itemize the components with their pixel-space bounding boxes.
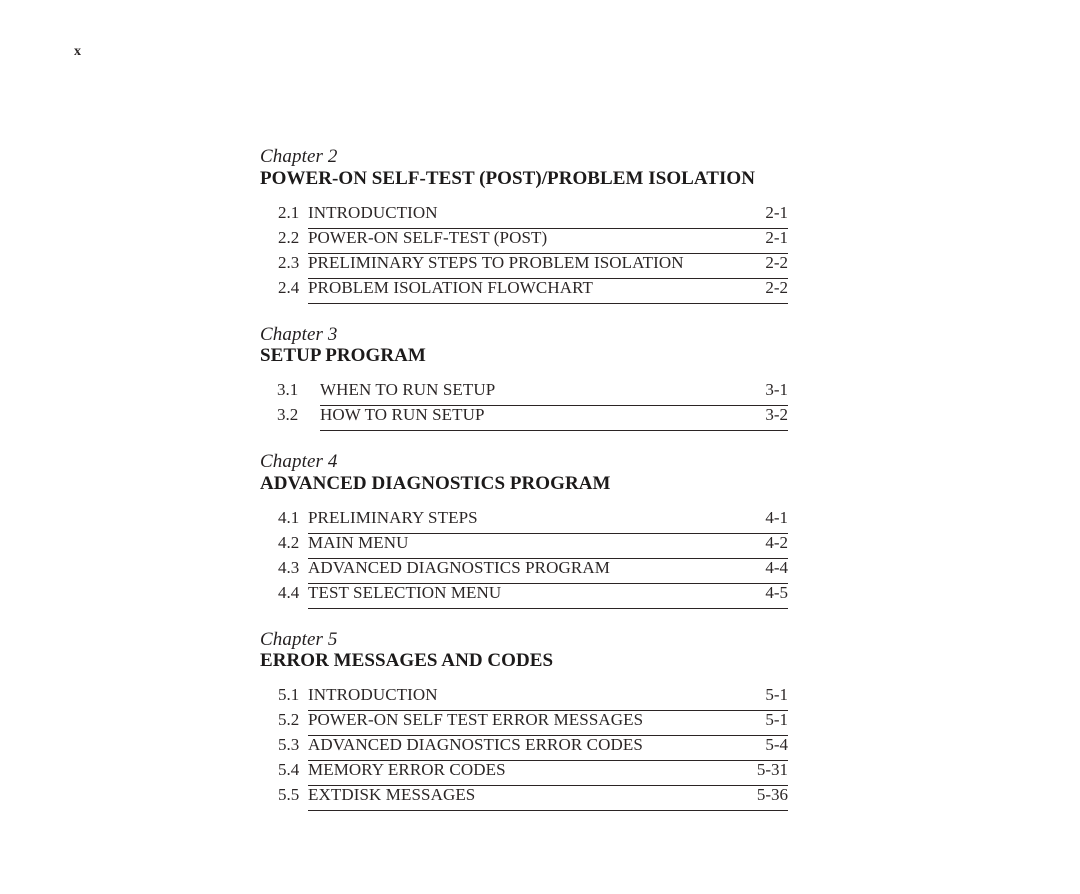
toc-entry-number: 4.3	[278, 557, 300, 577]
toc-entry-body: POWER-ON SELF TEST ERROR MESSAGES 5-1	[308, 711, 788, 737]
toc-entry-body: INTRODUCTION 5-1	[308, 686, 788, 712]
toc-entry[interactable]: 4.4 TEST SELECTION MENU 4-5	[260, 584, 788, 609]
toc-entry-body: PRELIMINARY STEPS 4-1	[308, 509, 788, 534]
toc-entry-body: PROBLEM ISOLATION FLOWCHART 2-2	[308, 279, 788, 304]
toc-entry-number: 5.1	[278, 685, 300, 705]
toc-entry-body: MEMORY ERROR CODES 5-31	[308, 761, 788, 787]
toc-entry-number: 2.1	[278, 202, 300, 222]
toc-entry-page-number[interactable]: 4-1	[765, 509, 788, 526]
toc-entry-page-number[interactable]: 2-2	[765, 254, 788, 271]
toc-entry-title[interactable]: INTRODUCTION	[308, 204, 438, 221]
chapter-block: Chapter 5 ERROR MESSAGES AND CODES 5.1 INTR…	[260, 628, 788, 812]
toc-entry[interactable]: 5.2 POWER-ON SELF TEST ERROR MESSAGES 5-1	[260, 710, 788, 737]
toc-entry-page-number[interactable]: 4-5	[765, 584, 788, 601]
toc-entry-body: POWER-ON SELF-TEST (POST) 2-1	[308, 229, 788, 254]
chapter-block: Chapter 2 POWER-ON SELF-TEST (POST)/PROBL…	[260, 146, 788, 304]
toc-entry-page-number[interactable]: 2-2	[765, 279, 788, 296]
toc-entry-body: PRELIMINARY STEPS TO PROBLEM ISOLATION 2-…	[308, 254, 788, 279]
toc-entry-page-number[interactable]: 3-1	[765, 381, 788, 398]
toc-entry-number: 2.3	[278, 252, 300, 272]
toc-entry[interactable]: 4.1 PRELIMINARY STEPS 4-1	[260, 509, 788, 534]
toc-entry[interactable]: 3.2 HOW TO RUN SETUP 3-2	[260, 405, 788, 432]
toc-entry-page-number[interactable]: 4-4	[765, 559, 788, 576]
toc-entry[interactable]: 2.4 PROBLEM ISOLATION FLOWCHART 2-2	[260, 279, 788, 304]
chapter-label: Chapter 5	[260, 628, 338, 650]
chapter-label: Chapter 2	[260, 146, 338, 167]
toc-entry-title[interactable]: ADVANCED DIAGNOSTICS ERROR CODES	[308, 736, 643, 753]
toc-entry-number: 5.2	[278, 710, 300, 730]
toc-entry-title[interactable]: PRELIMINARY STEPS TO PROBLEM ISOLATION	[308, 254, 684, 271]
toc-entry-number: 4.4	[278, 582, 300, 602]
toc-entry-number: 2.4	[278, 277, 300, 297]
chapter-label: Chapter 4	[260, 451, 338, 473]
toc-entry[interactable]: 5.5 EXTDISK MESSAGES 5-36	[260, 785, 788, 812]
toc-entry-title[interactable]: EXTDISK MESSAGES	[308, 786, 475, 803]
chapter-title: ERROR MESSAGES AND CODES	[260, 650, 554, 672]
toc-entry-page-number[interactable]: 4-2	[765, 534, 788, 551]
chapter-entry-list: 5.1 INTRODUCTION 5-1 5.2 POWER-ON SELF TEST …	[260, 685, 788, 812]
toc-entry-page-number[interactable]: 5-31	[757, 761, 788, 778]
toc-entry[interactable]: 3.1 WHEN TO RUN SETUP 3-1	[260, 380, 788, 407]
toc-entry-number: 5.3	[278, 735, 300, 755]
toc-entry-body: ADVANCED DIAGNOSTICS PROGRAM 4-4	[308, 559, 788, 584]
toc-entry-body: ADVANCED DIAGNOSTICS ERROR CODES 5-4	[308, 736, 788, 762]
toc-entry-title[interactable]: MAIN MENU	[308, 534, 409, 551]
toc-entry-body: INTRODUCTION 2-1	[308, 204, 788, 229]
toc-entry[interactable]: 5.3 ADVANCED DIAGNOSTICS ERROR CODES 5-4	[260, 735, 788, 762]
toc-entry-title[interactable]: PRELIMINARY STEPS	[308, 509, 478, 526]
toc-entry-title[interactable]: PROBLEM ISOLATION FLOWCHART	[308, 279, 593, 296]
toc-entry-title[interactable]: INTRODUCTION	[308, 686, 438, 703]
toc-entry[interactable]: 4.2 MAIN MENU 4-2	[260, 534, 788, 559]
toc-entry[interactable]: 5.4 MEMORY ERROR CODES 5-31	[260, 760, 788, 787]
chapter-block: Chapter 4 ADVANCED DIAGNOSTICS PROGRAM 4.1…	[260, 452, 788, 609]
toc-entry-number: 5.5	[278, 785, 300, 805]
toc-entry-number: 3.1	[277, 380, 299, 400]
chapter-entry-list: 3.1 WHEN TO RUN SETUP 3-1 3.2 HOW TO RUN SET…	[260, 380, 788, 432]
toc-entry-title[interactable]: ADVANCED DIAGNOSTICS PROGRAM	[308, 559, 610, 576]
toc-entry-number: 3.2	[277, 405, 299, 425]
chapter-title: ADVANCED DIAGNOSTICS PROGRAM	[260, 472, 611, 494]
toc-entry-body: EXTDISK MESSAGES 5-36	[308, 786, 788, 812]
toc-entry-title[interactable]: TEST SELECTION MENU	[308, 584, 501, 601]
toc-entry-body: WHEN TO RUN SETUP 3-1	[320, 381, 788, 407]
chapter-title: POWER-ON SELF-TEST (POST)/PROBLEM ISOLAT…	[260, 167, 755, 189]
toc-entry-page-number[interactable]: 5-36	[757, 786, 788, 803]
toc-entry[interactable]: 2.2 POWER-ON SELF-TEST (POST) 2-1	[260, 229, 788, 254]
toc-entry-page-number[interactable]: 2-1	[765, 204, 788, 221]
toc-entry-number: 4.2	[278, 532, 300, 552]
toc-entry-number: 5.4	[278, 760, 300, 780]
toc-entry[interactable]: 5.1 INTRODUCTION 5-1	[260, 685, 788, 712]
toc-entry-number: 4.1	[278, 507, 300, 527]
chapter-label: Chapter 3	[260, 323, 338, 345]
toc-entry-page-number[interactable]: 5-1	[765, 711, 788, 728]
toc-entry[interactable]: 4.3 ADVANCED DIAGNOSTICS PROGRAM 4-4	[260, 559, 788, 584]
toc-entry-title[interactable]: WHEN TO RUN SETUP	[320, 381, 495, 398]
toc-entry-body: MAIN MENU 4-2	[308, 534, 788, 559]
toc-entry-title[interactable]: POWER-ON SELF-TEST (POST)	[308, 229, 547, 246]
toc-entry-page-number[interactable]: 5-1	[765, 686, 788, 703]
toc-entry-page-number[interactable]: 2-1	[765, 229, 788, 246]
toc-entry[interactable]: 2.3 PRELIMINARY STEPS TO PROBLEM ISOLATIO…	[260, 254, 788, 279]
toc-entry-number: 2.2	[278, 227, 300, 247]
table-of-contents: Chapter 2 POWER-ON SELF-TEST (POST)/PROBL…	[260, 146, 788, 812]
toc-entry[interactable]: 2.1 INTRODUCTION 2-1	[260, 204, 788, 229]
toc-entry-title[interactable]: POWER-ON SELF TEST ERROR MESSAGES	[308, 711, 643, 728]
toc-entry-title[interactable]: HOW TO RUN SETUP	[320, 406, 485, 423]
toc-entry-body: TEST SELECTION MENU 4-5	[308, 584, 788, 609]
chapter-block: Chapter 3 SETUP PROGRAM 3.1 WHEN TO RUN SET…	[260, 323, 788, 432]
toc-entry-title[interactable]: MEMORY ERROR CODES	[308, 761, 506, 778]
toc-entry-page-number[interactable]: 5-4	[765, 736, 788, 753]
chapter-title: SETUP PROGRAM	[260, 345, 426, 367]
chapter-entry-list: 2.1 INTRODUCTION 2-1 2.2 POWER-ON SELF-TEST …	[260, 204, 788, 304]
page-folio: x	[74, 44, 82, 59]
toc-entry-body: HOW TO RUN SETUP 3-2	[320, 406, 788, 432]
toc-entry-page-number[interactable]: 3-2	[765, 406, 788, 423]
chapter-entry-list: 4.1 PRELIMINARY STEPS 4-1 4.2 MAIN MENU 4-2 4.…	[260, 509, 788, 609]
